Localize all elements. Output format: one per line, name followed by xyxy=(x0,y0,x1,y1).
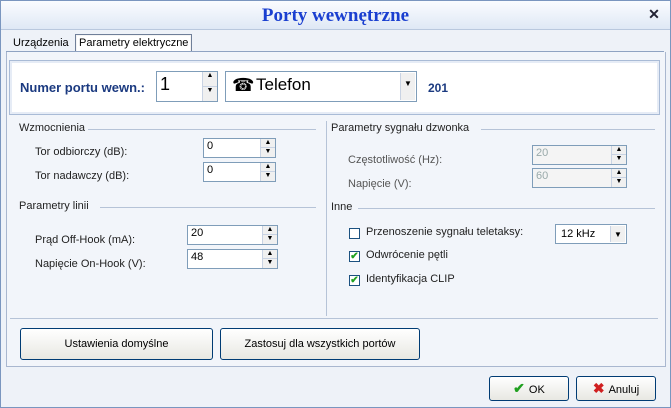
onhook-label: Napięcie On-Hook (V): xyxy=(35,258,146,270)
port-number-label: Numer portu wewn.: xyxy=(20,80,145,95)
clip-checkbox[interactable]: ✔ xyxy=(349,275,360,286)
other-group-line xyxy=(358,208,655,209)
spin-up-icon[interactable]: ▲ xyxy=(261,163,275,172)
cancel-label: Anuluj xyxy=(608,384,640,396)
check-icon: ✔ xyxy=(513,380,525,396)
ring-freq-label: Częstotliwość (Hz): xyxy=(348,154,443,166)
spin-down-icon[interactable]: ▼ xyxy=(612,155,626,164)
port-number-spin[interactable]: ▲ ▼ xyxy=(202,72,217,101)
gains-group-title: Wzmocnienia xyxy=(19,122,86,134)
tx-gain-label: Tor nadawczy (dB): xyxy=(35,170,130,182)
defaults-button[interactable]: Ustawienia domyślne xyxy=(20,328,213,360)
bottom-separator xyxy=(10,318,658,319)
x-icon: ✖ xyxy=(592,380,605,396)
clip-label: Identyfikacja CLIP xyxy=(366,273,455,285)
tx-gain-stepper[interactable]: 0 ▲ ▼ xyxy=(203,162,276,182)
line-group-line xyxy=(100,207,316,208)
tab-parametry-elektryczne[interactable]: Parametry elektryczne xyxy=(75,34,193,52)
teletax-freq-value: 12 kHz xyxy=(561,228,596,240)
other-group-title: Inne xyxy=(331,201,353,213)
offhook-value: 20 xyxy=(191,227,204,239)
chevron-down-icon[interactable]: ▼ xyxy=(400,73,415,100)
tab-urzadzenia[interactable]: Urządzenia xyxy=(10,35,72,51)
spin-up-icon[interactable]: ▲ xyxy=(261,139,275,148)
reversal-label: Odwrócenie pętli xyxy=(366,249,448,261)
chevron-down-icon[interactable]: ▼ xyxy=(610,226,625,242)
port-type-value: Telefon xyxy=(256,75,311,94)
title-bar[interactable]: Porty wewnętrzne ✕ xyxy=(1,1,670,30)
spin-down-icon[interactable]: ▼ xyxy=(263,235,277,244)
spin-up-icon[interactable]: ▲ xyxy=(612,169,626,178)
port-number-stepper[interactable]: 1 ▲ ▼ xyxy=(156,71,218,102)
phone-icon: ☎ xyxy=(232,75,255,95)
ring-volt-label: Napięcie (V): xyxy=(348,178,412,190)
ok-label: OK xyxy=(528,384,545,396)
line-group-title: Parametry linii xyxy=(19,200,89,212)
spin-down-icon[interactable]: ▼ xyxy=(261,148,275,157)
ring-volt-value: 60 xyxy=(536,170,549,182)
tx-gain-value: 0 xyxy=(207,164,214,176)
ring-freq-value: 20 xyxy=(536,147,549,159)
reversal-checkbox[interactable]: ✔ xyxy=(349,251,360,262)
rx-gain-stepper[interactable]: 0 ▲ ▼ xyxy=(203,138,276,158)
apply-all-button[interactable]: Zastosuj dla wszystkich portów xyxy=(220,328,420,360)
onhook-stepper[interactable]: 48 ▲ ▼ xyxy=(187,249,278,269)
ring-freq-stepper[interactable]: 20 ▲ ▼ xyxy=(532,145,627,165)
offhook-stepper[interactable]: 20 ▲ ▼ xyxy=(187,225,278,245)
port-type-select[interactable]: ☎ Telefon ▼ xyxy=(225,71,417,102)
teletax-freq-select[interactable]: 12 kHz ▼ xyxy=(555,224,627,244)
spin-down-icon[interactable]: ▼ xyxy=(263,259,277,268)
spin-up-icon[interactable]: ▲ xyxy=(263,250,277,259)
cancel-button[interactable]: ✖ Anuluj xyxy=(576,376,656,401)
spin-down-icon[interactable]: ▼ xyxy=(261,172,275,181)
rx-gain-label: Tor odbiorczy (dB): xyxy=(35,146,128,158)
port-number-value: 1 xyxy=(160,74,171,94)
close-icon[interactable]: ✕ xyxy=(646,6,662,22)
rx-gain-value: 0 xyxy=(207,140,214,152)
ok-button[interactable]: ✔ OK xyxy=(489,376,569,401)
spin-down-icon[interactable]: ▼ xyxy=(612,178,626,187)
spin-up-icon[interactable]: ▲ xyxy=(203,72,217,87)
window-title: Porty wewnętrzne xyxy=(261,5,410,26)
spin-up-icon[interactable]: ▲ xyxy=(612,146,626,155)
offhook-label: Prąd Off-Hook (mA): xyxy=(35,234,136,246)
spin-up-icon[interactable]: ▲ xyxy=(263,226,277,235)
extension-number: 201 xyxy=(428,81,449,95)
column-separator xyxy=(326,121,327,316)
ring-group-line xyxy=(481,129,655,130)
onhook-value: 48 xyxy=(191,251,204,263)
spin-down-icon[interactable]: ▼ xyxy=(203,87,217,102)
teletax-checkbox[interactable] xyxy=(349,228,360,239)
ring-group-title: Parametry sygnału dzwonka xyxy=(331,122,470,134)
teletax-label: Przenoszenie sygnału teletaksy: xyxy=(366,226,524,238)
ring-volt-stepper[interactable]: 60 ▲ ▼ xyxy=(532,168,627,188)
gains-group-line xyxy=(88,129,316,130)
